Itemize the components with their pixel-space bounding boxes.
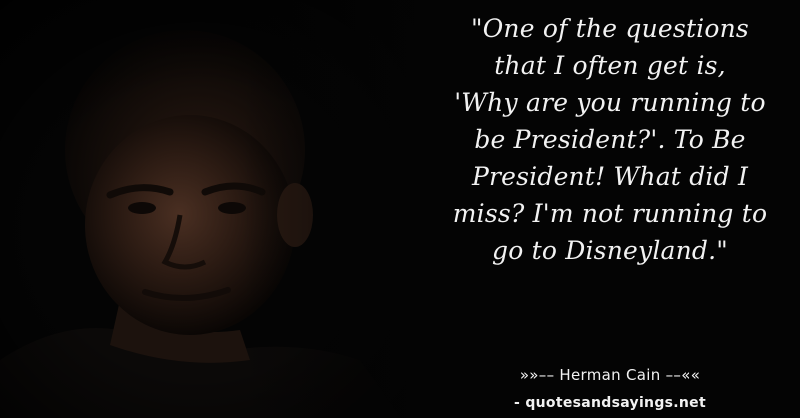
quote-author: »»–– Herman Cain ––«« (519, 366, 701, 384)
quote-line: be President?'. To Be (474, 125, 746, 154)
quote-block: "One of the questions that I often get i… (420, 10, 800, 320)
quote-line: 'Why are you running to (454, 88, 766, 117)
quote-line: "One of the questions (471, 14, 749, 43)
quote-line: miss? I'm not running to (452, 199, 768, 228)
quote-line: that I often get is, (494, 51, 726, 80)
quote-line: go to Disneyland." (492, 236, 728, 265)
quote-text: "One of the questions that I often get i… (430, 10, 790, 269)
source-website: - quotesandsayings.net (514, 395, 706, 411)
speaker-portrait (0, 0, 440, 418)
quote-card: "One of the questions that I often get i… (0, 0, 800, 418)
quote-line: President! What did I (471, 162, 749, 191)
